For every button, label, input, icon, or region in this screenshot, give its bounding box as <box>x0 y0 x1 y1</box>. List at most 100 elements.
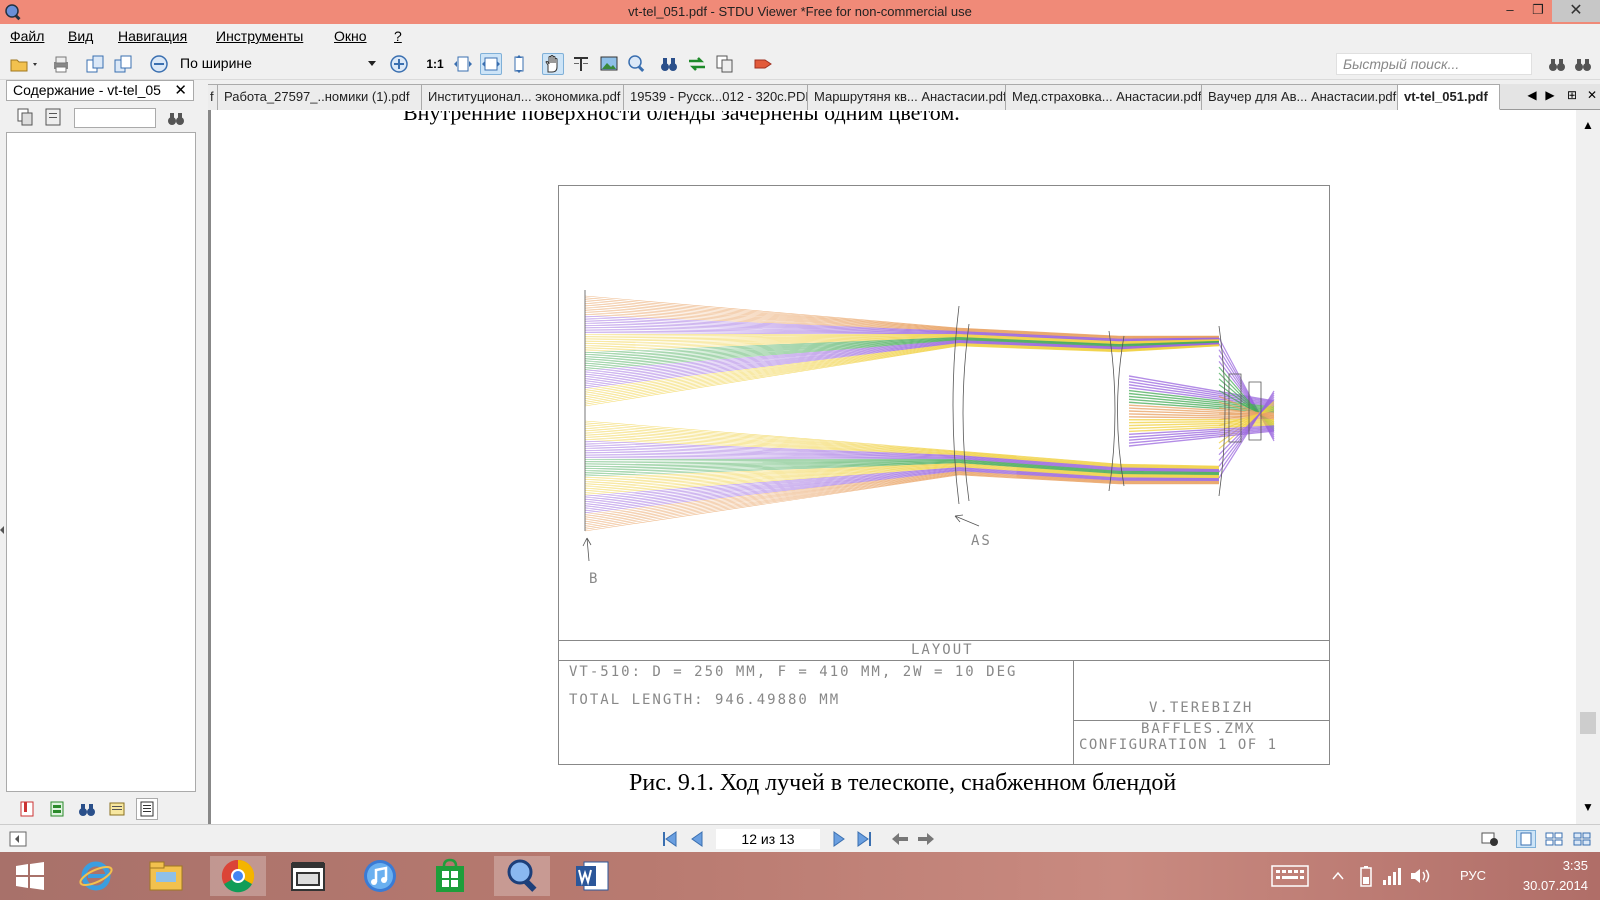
zoom-tool-icon[interactable] <box>626 53 648 75</box>
menu-navigation[interactable]: Навигация <box>118 28 187 44</box>
page-number-input[interactable]: 12 из 13 <box>716 829 820 849</box>
tab-document-3[interactable]: 19539 - Русск...012 - 320с.PDF <box>624 84 808 110</box>
tab-document-4[interactable]: Маршрутяня кв... Анастасии.pdf <box>808 84 1006 110</box>
contents-tree[interactable] <box>6 132 196 792</box>
previous-page-icon[interactable] <box>688 830 708 848</box>
find-binoculars-icon[interactable] <box>658 53 680 75</box>
two-page-view-icon[interactable] <box>1544 830 1564 848</box>
expand-all-icon[interactable] <box>16 107 36 130</box>
copy-page-icon[interactable] <box>84 53 106 75</box>
fit-width-icon[interactable] <box>480 53 502 75</box>
network-signal-icon[interactable] <box>1380 856 1404 896</box>
internet-explorer-icon[interactable] <box>68 856 124 896</box>
scroll-up-icon[interactable]: ▲ <box>1582 118 1594 132</box>
tab-document-active[interactable]: vt-tel_051.pdf <box>1398 84 1500 110</box>
tab-scroll-left-icon[interactable]: ◀ <box>1524 88 1540 104</box>
restore-button[interactable]: ❐ <box>1524 0 1552 22</box>
windows-store-icon[interactable] <box>422 856 478 896</box>
lower-ray <box>584 471 960 515</box>
collapse-all-icon[interactable] <box>44 107 64 130</box>
search-results-icon[interactable] <box>76 798 98 820</box>
document-view[interactable]: Внутренние поверхности бленды зачернены … <box>208 110 1576 824</box>
tab-document-6[interactable]: Ваучер для Ав... Анастасии.pdf <box>1202 84 1398 110</box>
bookmark-marker-icon[interactable] <box>752 53 774 75</box>
thumbnails-icon[interactable] <box>46 798 68 820</box>
search-prev-icon[interactable] <box>1546 53 1568 75</box>
start-button-windows-icon[interactable] <box>2 856 58 896</box>
scrollbar-thumb[interactable] <box>1580 712 1596 734</box>
clock-time[interactable]: 3:35 <box>1530 858 1588 873</box>
hand-tool-icon[interactable] <box>542 53 564 75</box>
upper-ray <box>584 340 960 377</box>
volume-speaker-icon[interactable] <box>1408 856 1432 896</box>
title-block-divider <box>559 640 1329 641</box>
close-button[interactable]: ✕ <box>1552 0 1600 22</box>
splitter-collapse-icon[interactable] <box>0 526 4 534</box>
scroll-down-icon[interactable]: ▼ <box>1582 800 1594 814</box>
fit-page-icon[interactable] <box>452 53 474 75</box>
menu-tools[interactable]: Инструменты <box>216 28 303 44</box>
panel-search-input[interactable] <box>74 108 156 128</box>
menu-help[interactable]: ? <box>394 28 402 44</box>
export-icon[interactable] <box>112 53 134 75</box>
last-page-icon[interactable] <box>854 830 874 848</box>
menu-file[interactable]: Файл <box>10 28 44 44</box>
lower-ray <box>584 431 960 454</box>
chrome-icon[interactable] <box>210 856 266 896</box>
menu-window[interactable]: Окно <box>334 28 367 44</box>
contents-panel-tab[interactable]: Содержание - vt-tel_05 ✕ <box>6 80 194 101</box>
bookmarks-icon[interactable] <box>16 798 38 820</box>
history-forward-icon[interactable] <box>916 830 936 848</box>
annotations-icon[interactable] <box>106 798 128 820</box>
tab-document-2[interactable]: Институционал... экономика.pdf <box>422 84 624 110</box>
copy-icon[interactable] <box>714 53 736 75</box>
next-page-icon[interactable] <box>828 830 848 848</box>
tab-scroll-right-icon[interactable]: ▶ <box>1542 88 1558 104</box>
vertical-scrollbar[interactable]: ▲ ▼ <box>1576 110 1600 824</box>
zoom-out-icon[interactable] <box>148 53 170 75</box>
open-folder-icon[interactable] <box>8 53 42 75</box>
swap-arrows-icon[interactable] <box>686 53 708 75</box>
upper-ray <box>584 299 960 329</box>
clock-date[interactable]: 30.07.2014 <box>1510 878 1588 893</box>
tab-document-5[interactable]: Мед.страховка... Анастасии.pdf <box>1006 84 1202 110</box>
show-hidden-icons-icon[interactable] <box>1326 856 1350 896</box>
input-language-indicator[interactable]: РУС <box>1460 868 1486 883</box>
menu-view[interactable]: Вид <box>68 28 93 44</box>
zoom-in-icon[interactable] <box>388 53 410 75</box>
panel-search-binoculars-icon[interactable] <box>166 108 186 131</box>
actual-size-button[interactable]: 1:1 <box>424 53 446 75</box>
quick-search-input[interactable]: Быстрый поиск... <box>1336 53 1532 75</box>
image-select-icon[interactable] <box>598 53 620 75</box>
fit-height-icon[interactable] <box>508 53 530 75</box>
figure-caption: Рис. 9.1. Ход лучей в телескопе, снабжен… <box>629 770 1177 796</box>
tab-list-icon[interactable]: ⊞ <box>1564 88 1580 104</box>
menu-bar: Файл Вид Навигация Инструменты Окно ? <box>0 24 1600 48</box>
settings-gear-icon[interactable] <box>1480 830 1500 848</box>
tab-partial[interactable]: f <box>208 84 218 110</box>
window-title: vt-tel_051.pdf - STDU Viewer *Free for n… <box>628 4 972 19</box>
text-select-icon[interactable] <box>570 53 592 75</box>
contents-panel-title: Содержание - vt-tel_05 <box>13 82 161 98</box>
close-panel-icon[interactable]: ✕ <box>174 81 187 99</box>
contents-icon[interactable] <box>136 798 158 820</box>
on-screen-keyboard-icon[interactable] <box>1266 856 1314 896</box>
search-next-icon[interactable] <box>1572 53 1594 75</box>
print-icon[interactable] <box>50 53 72 75</box>
history-back-icon[interactable] <box>890 830 910 848</box>
zoom-mode-select[interactable]: По ширине <box>176 53 382 74</box>
media-player-classic-icon[interactable] <box>280 856 336 896</box>
file-explorer-icon[interactable] <box>138 856 194 896</box>
continuous-view-icon[interactable] <box>1572 830 1592 848</box>
minimize-button[interactable]: – <box>1496 0 1524 22</box>
microsoft-word-icon[interactable] <box>564 856 620 896</box>
close-tab-icon[interactable]: ✕ <box>1584 88 1600 104</box>
stdu-viewer-taskbar-icon[interactable] <box>494 856 550 896</box>
single-page-view-icon[interactable] <box>1516 830 1536 848</box>
tab-document-1[interactable]: Работа_27597_..номики (1).pdf <box>218 84 422 110</box>
itunes-icon[interactable] <box>352 856 408 896</box>
battery-icon[interactable] <box>1354 856 1378 896</box>
panel-mode-bar <box>6 796 196 822</box>
first-page-icon[interactable] <box>660 830 680 848</box>
panel-toggle-icon[interactable] <box>8 830 28 848</box>
